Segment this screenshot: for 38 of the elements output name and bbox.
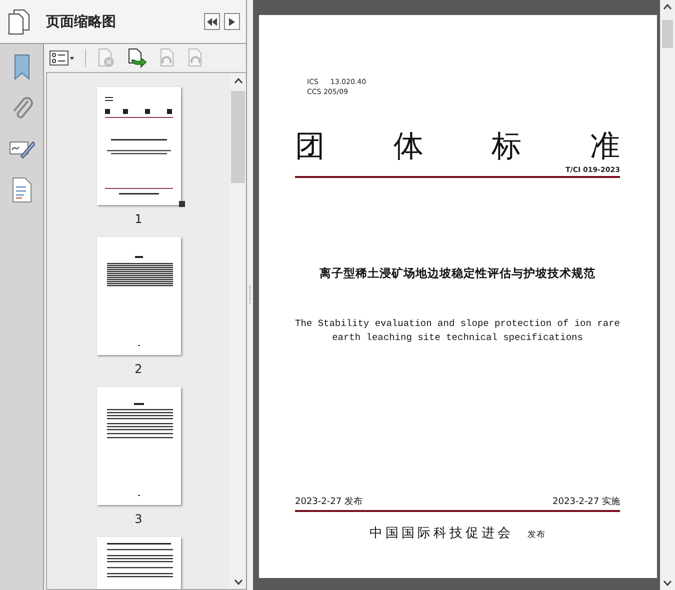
expand-button[interactable]: [224, 13, 240, 30]
chinese-title: 离子型稀土浸矿场地边坡稳定性评估与护坡技术规范: [318, 266, 596, 280]
toolbar-button[interactable]: [126, 48, 148, 68]
bookmark-icon[interactable]: [12, 54, 30, 80]
list-options-icon: [49, 50, 75, 66]
page-thumbnail[interactable]: [96, 387, 180, 505]
scrollbar-thumb[interactable]: [662, 20, 673, 48]
page-number: 1: [134, 212, 142, 226]
right-arrow-icon: [229, 18, 235, 26]
rotate-right-icon: [186, 48, 204, 68]
english-title: The Stability evaluation and slope protection of ion rare earth leaching site technical specifications: [295, 316, 620, 344]
rotate-left-icon: [158, 48, 176, 68]
insert-page-icon: [126, 48, 148, 68]
effective-date: 2023-2-27 实施: [552, 496, 620, 508]
pages-icon: [8, 8, 30, 34]
page-thumbnail[interactable]: [96, 87, 180, 205]
collapse-button[interactable]: [204, 13, 220, 30]
scroll-up-icon[interactable]: [234, 78, 242, 84]
scroll-down-icon[interactable]: [663, 580, 672, 586]
publisher-suffix: 发布: [528, 528, 546, 540]
publisher-name: 中国国际科技促进会: [370, 524, 514, 542]
paperclip-icon[interactable]: [10, 97, 32, 121]
scrollbar-thumb[interactable]: [231, 91, 245, 183]
page-number: 2: [134, 362, 142, 376]
scroll-down-icon[interactable]: [234, 579, 242, 585]
heading-character: 标: [492, 130, 522, 164]
page-thumbnail[interactable]: [96, 237, 180, 355]
delete-page-icon: [96, 48, 116, 68]
publish-date: 2023-2-27 发布: [295, 496, 362, 508]
panel-title: 页面缩略图: [46, 12, 117, 30]
double-left-arrow-icon: [207, 18, 217, 26]
document-icon[interactable]: [12, 177, 32, 203]
toolbar-button[interactable]: [49, 50, 75, 66]
heading-character: 团: [295, 130, 325, 164]
scroll-up-icon[interactable]: [663, 4, 672, 10]
heading-character: 准: [590, 130, 620, 164]
heading-character: 体: [393, 130, 424, 164]
page-number: 3: [134, 512, 142, 526]
